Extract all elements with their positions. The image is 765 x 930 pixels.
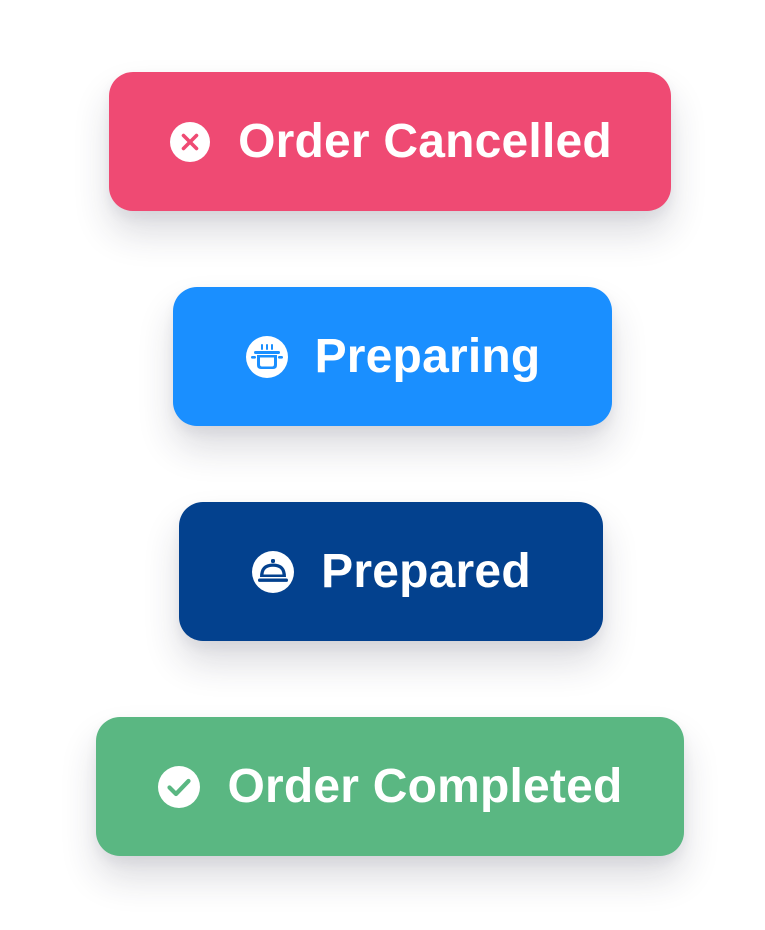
prepared-label: Prepared <box>321 545 531 598</box>
order-completed-label: Order Completed <box>227 760 623 813</box>
x-circle-icon <box>168 120 212 164</box>
status-button-showcase: Order Cancelled Preparing Prepared Order… <box>0 0 765 930</box>
serving-cloche-icon <box>251 550 295 594</box>
preparing-button[interactable]: Preparing <box>173 287 612 426</box>
order-cancelled-button[interactable]: Order Cancelled <box>109 72 671 211</box>
check-circle-icon <box>157 765 201 809</box>
order-completed-button[interactable]: Order Completed <box>96 717 684 856</box>
preparing-label: Preparing <box>314 330 541 383</box>
prepared-button[interactable]: Prepared <box>179 502 603 641</box>
order-cancelled-label: Order Cancelled <box>238 115 612 168</box>
cooking-pot-icon <box>245 335 289 379</box>
